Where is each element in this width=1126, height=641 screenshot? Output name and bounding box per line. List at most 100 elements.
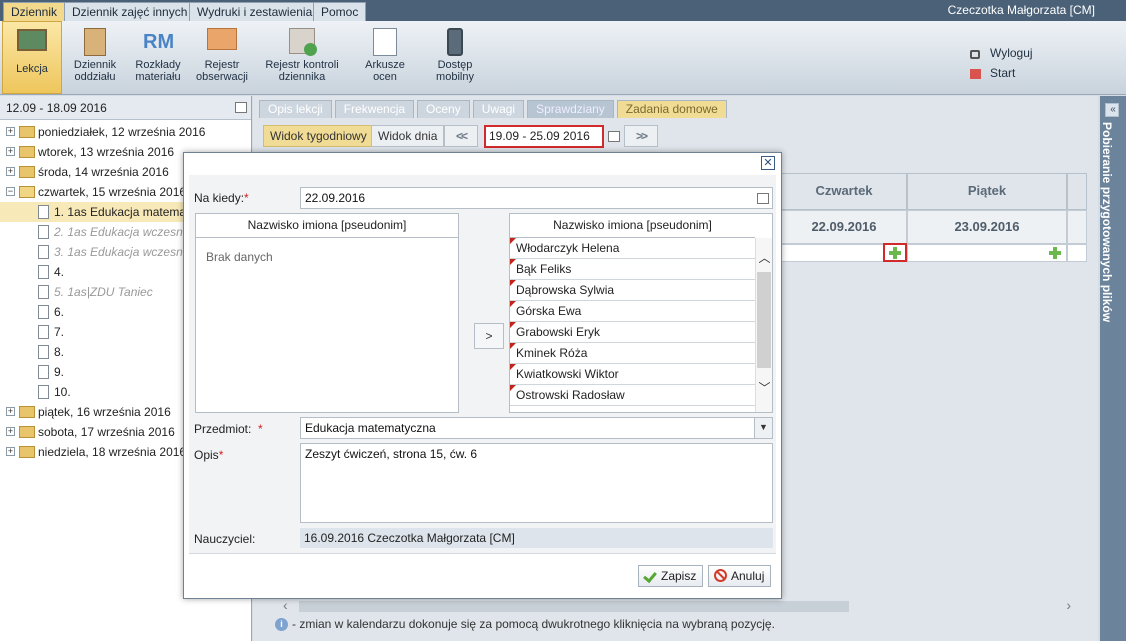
week-view-button[interactable]: Widok tygodniowy [263, 125, 374, 147]
next-week-button[interactable]: >> [624, 125, 658, 147]
tree-label: 5. 1as|ZDU Taniec [54, 285, 153, 299]
ribbon-dostep-mobilny-button[interactable]: Dostęp mobilny [425, 21, 485, 94]
calendar-icon[interactable] [235, 102, 247, 113]
chevron-up-icon[interactable]: ︿ [758, 252, 771, 264]
student-list: Włodarczyk Helena Bąk Feliks Dąbrowska S… [510, 238, 755, 406]
document-icon [38, 385, 49, 399]
expand-icon[interactable]: + [6, 147, 15, 156]
subject-label: Przedmiot: * [194, 422, 263, 436]
syllabus-icon: RM [143, 31, 175, 53]
add-homework-icon[interactable] [1049, 247, 1061, 259]
expand-icon[interactable]: + [6, 447, 15, 456]
lesson-icon [17, 29, 47, 57]
ribbon-dziennik-oddzialu-button[interactable]: Dziennik oddziału [66, 21, 124, 94]
expand-icon[interactable]: + [6, 407, 15, 416]
list-item[interactable]: Dąbrowska Sylwia [510, 280, 755, 301]
subject-label-text: Przedmiot: [194, 422, 252, 436]
table-header: Nazwisko imiona [pseudonim] [196, 214, 458, 238]
selected-students-table: Nazwisko imiona [pseudonim] Włodarczyk H… [509, 213, 773, 413]
list-item[interactable]: Górska Ewa [510, 301, 755, 322]
week-range-field[interactable]: 19.09 - 25.09 2016 [484, 125, 604, 148]
tab-sprawdziany[interactable]: Sprawdziany [527, 100, 614, 118]
ribbon-rejestr-obserwacji-button[interactable]: Rejestr obserwacji [192, 21, 252, 94]
date-label-text: Na kiedy: [194, 191, 245, 205]
week-grid: Czwartek Piątek 22.09.2016 23.09.2016 [781, 173, 1093, 262]
tab-opis-lekcji[interactable]: Opis lekcji [259, 100, 332, 118]
list-item[interactable]: Ostrowski Radosław [510, 385, 755, 406]
ribbon-arkusze-ocen-button[interactable]: Arkusze ocen [355, 21, 415, 94]
observation-register-icon [207, 28, 237, 56]
list-item[interactable]: Kwiatkowski Wiktor [510, 364, 755, 385]
day-header-thursday: Czwartek [781, 173, 907, 210]
description-label: Opis* [194, 448, 223, 462]
folder-icon [19, 146, 35, 158]
top-menu-bar: Dziennik Dziennik zajęć innych Wydruki i… [0, 0, 1126, 21]
date-label: Na kiedy:* [194, 191, 249, 205]
tab-oceny[interactable]: Oceny [417, 100, 470, 118]
description-label-text: Opis [194, 448, 219, 462]
expand-icon[interactable]: + [6, 127, 15, 136]
required-mark: * [244, 191, 249, 205]
menu-tab-dziennik[interactable]: Dziennik [3, 2, 66, 21]
chevron-down-icon[interactable]: ﹀ [758, 382, 771, 394]
tab-zadania-domowe[interactable]: Zadania domowe [616, 100, 727, 118]
ribbon-toolbar: Lekcja Dziennik oddziału RM Rozkłady mat… [0, 21, 1126, 95]
tree-label: środa, 14 września 2016 [38, 165, 169, 179]
homework-cell-next[interactable] [1067, 244, 1087, 262]
folder-icon [19, 126, 35, 138]
cancel-button[interactable]: Anuluj [708, 565, 772, 587]
move-right-button[interactable]: > [474, 323, 504, 349]
expand-icon[interactable]: + [6, 427, 15, 436]
subject-select[interactable]: Edukacja matematyczna ▼ [300, 417, 773, 439]
document-icon [38, 285, 49, 299]
menu-tab-wydruki[interactable]: Wydruki i zestawienia [189, 2, 321, 21]
scroll-thumb[interactable] [299, 601, 849, 612]
view-toolbar: Widok tygodniowy Widok dnia << 19.09 - 2… [259, 123, 1092, 149]
expand-panel-icon[interactable]: « [1105, 103, 1119, 117]
tree-label: wtorek, 13 września 2016 [38, 145, 175, 159]
tab-uwagi[interactable]: Uwagi [472, 100, 525, 118]
scroll-thumb[interactable] [757, 272, 771, 368]
chevron-down-icon[interactable]: ▼ [754, 418, 772, 438]
list-item[interactable]: Kminek Róża [510, 343, 755, 364]
files-side-panel[interactable]: « Pobieranie przygotowanych plików [1100, 96, 1126, 641]
tree-label: 10. [54, 385, 71, 399]
day-date-thursday: 22.09.2016 [781, 210, 907, 244]
expand-icon[interactable]: + [6, 167, 15, 176]
calendar-icon[interactable] [608, 131, 620, 142]
vertical-scrollbar[interactable]: ︿ ﹀ [755, 238, 772, 412]
calendar-icon[interactable] [757, 193, 769, 204]
add-homework-highlight [883, 243, 907, 262]
day-header-friday: Piątek [907, 173, 1067, 210]
horizontal-scrollbar[interactable]: ‹ › [275, 597, 1091, 613]
description-textarea[interactable]: Zeszyt ćwiczeń, strona 15, ćw. 6 [300, 443, 773, 523]
homework-cell-friday[interactable] [907, 244, 1067, 262]
prev-week-button[interactable]: << [444, 125, 478, 147]
scroll-right-icon[interactable]: › [1066, 597, 1071, 613]
ribbon-label-line1: Rozkłady [135, 59, 181, 71]
ribbon-rozklady-button[interactable]: RM Rozkłady materiału [128, 21, 188, 94]
scroll-left-icon[interactable]: ‹ [283, 597, 288, 613]
cancel-label: Anuluj [731, 569, 765, 583]
tab-frekwencja[interactable]: Frekwencja [334, 100, 415, 118]
save-button[interactable]: Zapisz [638, 565, 704, 587]
add-homework-icon[interactable] [889, 247, 901, 259]
date-field[interactable]: 22.09.2016 [300, 187, 773, 209]
list-item[interactable]: Grabowski Eryk [510, 322, 755, 343]
close-icon[interactable]: ✕ [761, 156, 775, 170]
folder-icon [19, 446, 35, 458]
ribbon-label-line1: Rejestr kontroli [265, 59, 339, 71]
ribbon-rejestr-kontroli-button[interactable]: Rejestr kontroli dziennika [258, 21, 346, 94]
menu-tab-dziennik-zajec-innych[interactable]: Dziennik zajęć innych [64, 2, 196, 21]
list-item[interactable]: Bąk Feliks [510, 259, 755, 280]
checkmark-icon [644, 569, 656, 581]
homework-cell-thursday[interactable] [781, 243, 907, 262]
logout-link[interactable]: Wyloguj [970, 46, 1033, 66]
day-view-button[interactable]: Widok dnia [371, 125, 445, 147]
collapse-icon[interactable]: − [6, 187, 15, 196]
list-item[interactable]: Włodarczyk Helena [510, 238, 755, 259]
menu-tab-pomoc[interactable]: Pomoc [313, 2, 367, 21]
start-link[interactable]: Start [970, 66, 1033, 86]
tree-day-monday[interactable]: + poniedziałek, 12 września 2016 [0, 122, 251, 142]
ribbon-lekcja-button[interactable]: Lekcja [2, 21, 62, 94]
